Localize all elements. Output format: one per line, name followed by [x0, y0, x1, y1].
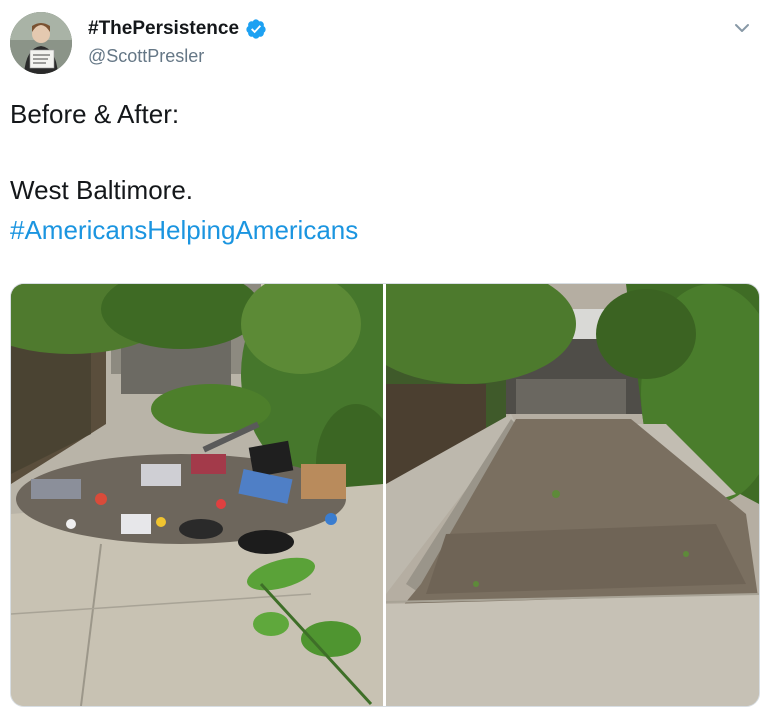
display-name[interactable]: #ThePersistence: [88, 18, 239, 40]
before-photo-image: [11, 284, 383, 706]
avatar-image: [10, 12, 72, 74]
verified-badge-icon: [246, 19, 266, 39]
tweet-text-line: West Baltimore.: [10, 175, 194, 205]
after-photo[interactable]: [386, 284, 759, 706]
media-grid: [10, 283, 760, 707]
avatar[interactable]: [10, 12, 72, 74]
hashtag-link[interactable]: #AmericansHelpingAmericans: [10, 214, 358, 246]
user-handle[interactable]: @ScottPresler: [88, 46, 204, 67]
before-photo[interactable]: [11, 284, 383, 706]
tweet-text-line: Before & After:: [10, 99, 180, 129]
chevron-down-icon[interactable]: [732, 18, 752, 38]
display-name-row[interactable]: #ThePersistence: [88, 18, 267, 40]
tweet-card: #ThePersistence @ScottPresler Before & A…: [0, 0, 768, 725]
after-photo-image: [386, 284, 759, 706]
